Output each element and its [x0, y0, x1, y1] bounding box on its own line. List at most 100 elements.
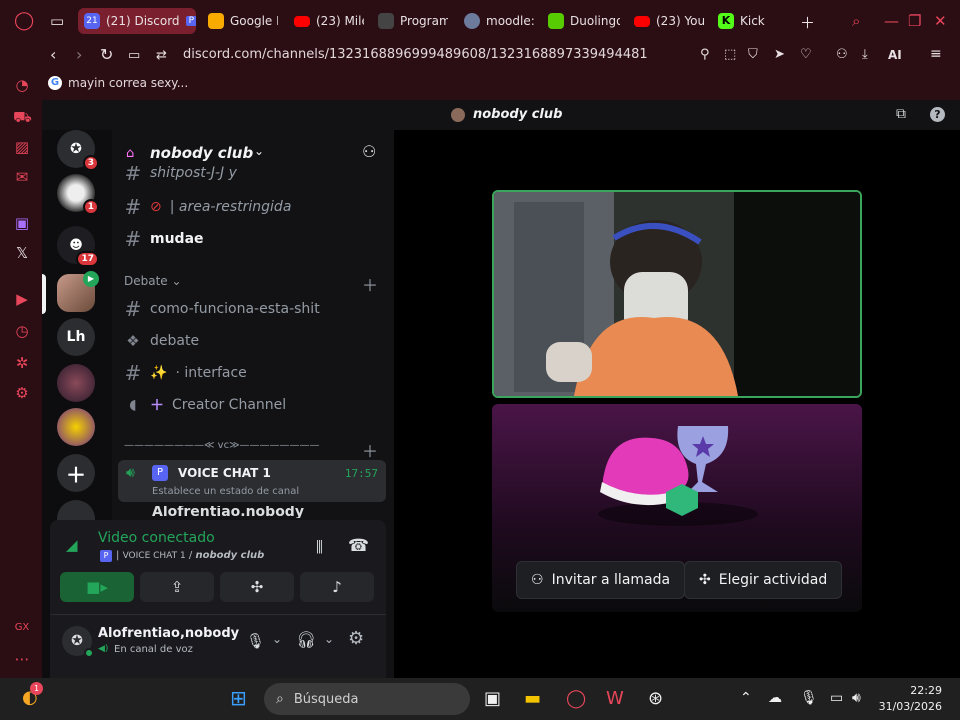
server-lh[interactable]: Lh — [57, 318, 95, 356]
tab-youtube-mile[interactable]: (23) Mile — [294, 8, 364, 34]
bookmark-item[interactable]: G mayin correa sexy... — [48, 76, 188, 90]
voice-channel-active[interactable]: 🔊︎ P VOICE CHAT 1 17:57 Establece un est… — [118, 460, 386, 502]
chevron-up-icon[interactable]: ⌃ — [740, 690, 752, 706]
share-screen-button[interactable]: ⇪ — [140, 572, 214, 602]
channel-interface[interactable]: # ✨ · interface — [124, 360, 247, 386]
onedrive-icon[interactable]: ☁ — [768, 690, 782, 706]
forward-icon[interactable]: › — [76, 45, 82, 64]
direct-messages-button[interactable]: ✪ 3 — [57, 130, 99, 171]
wps-office-icon[interactable]: W — [606, 688, 624, 709]
server-icon[interactable] — [57, 364, 95, 402]
invite-people-icon[interactable]: ⚇ — [362, 142, 376, 161]
restore-icon[interactable]: ❐ — [908, 12, 921, 30]
disconnect-icon[interactable]: ☎ — [348, 536, 369, 556]
taskbar-search[interactable]: ⌕ Búsqueda — [264, 683, 470, 715]
file-explorer-icon[interactable]: ▬ — [524, 688, 541, 709]
windows-start-icon[interactable]: ⊞ — [230, 686, 247, 710]
vpn-shield-icon[interactable]: ⛉ — [748, 47, 758, 62]
close-icon[interactable]: ✕ — [934, 12, 947, 30]
easy-setup-icon[interactable]: ▨ — [13, 138, 31, 156]
tab-google-keep[interactable]: Google K — [208, 8, 278, 34]
x-twitter-icon[interactable]: 𝕏 — [13, 244, 31, 262]
create-channel-icon[interactable]: ＋ — [362, 438, 378, 462]
history-icon[interactable]: ◷ — [13, 322, 31, 340]
speed-dial-icon[interactable]: ◔ — [13, 76, 31, 94]
voice-status[interactable]: Video conectado — [98, 530, 215, 546]
tab-moodle[interactable]: moodle: — [464, 8, 534, 34]
shopping-icon[interactable]: ⛟ — [13, 108, 32, 128]
server-icon[interactable]: ☻ 17 — [57, 226, 99, 267]
user-settings-icon[interactable]: ⚙ — [348, 628, 364, 649]
tab-discord[interactable]: 21 (21) Discord P — [78, 8, 196, 34]
more-icon[interactable]: ⋯ — [13, 650, 31, 668]
soundboard-button[interactable]: ♪ — [300, 572, 374, 602]
page-info-icon[interactable]: ⇄ — [156, 48, 167, 63]
noise-suppression-icon[interactable]: ⫼ — [316, 538, 323, 556]
volume-icon[interactable]: 🔊︎ — [852, 690, 861, 706]
minimize-icon[interactable]: — — [884, 12, 899, 30]
microphone-icon[interactable]: 🎙︎ — [246, 632, 265, 650]
discover-button[interactable] — [57, 500, 95, 520]
category-debate[interactable]: Debate ⌄ — [124, 274, 182, 288]
channel-como-funciona[interactable]: # como-funciona-esta-shit — [124, 296, 320, 322]
send-icon[interactable]: ➤ — [774, 47, 785, 62]
gmail-icon[interactable]: ✉ — [13, 168, 31, 186]
tab-kick[interactable]: K Kick — [718, 8, 778, 34]
voice-user-partial[interactable]: Alofrentiao.nobody — [152, 506, 304, 518]
create-channel-icon[interactable]: ＋ — [362, 272, 378, 296]
search-icon[interactable]: ⌕ — [852, 12, 860, 30]
reload-icon[interactable]: ↻ — [100, 45, 113, 64]
system-clock[interactable]: 22:29 31/03/2026 — [879, 683, 942, 715]
username[interactable]: Alofrentiao,nobody — [98, 626, 239, 641]
opera-logo-icon[interactable]: ◯ — [14, 10, 34, 31]
tab-program[interactable]: Program — [378, 8, 448, 34]
app-taskbar-icon[interactable]: ⊛ — [648, 688, 663, 709]
camera-icon[interactable]: ▭ — [128, 48, 140, 63]
back-icon[interactable]: ‹ — [50, 45, 56, 64]
network-icon[interactable]: ▭ — [830, 690, 843, 706]
channel-area-restringida[interactable]: # ⊘ | area-restringida — [124, 194, 292, 220]
tab-duolingo[interactable]: Duolingo — [548, 8, 620, 34]
aria-ai-button[interactable]: AI — [888, 48, 902, 62]
chevron-down-icon[interactable]: ⌄ — [272, 632, 282, 646]
invite-to-call-button[interactable]: ⚇ Invitar a llamada — [516, 561, 686, 599]
tab-manager-icon[interactable]: ▭ — [50, 12, 64, 30]
opera-gx-taskbar-icon[interactable]: ◯ — [566, 688, 586, 709]
microphone-icon[interactable]: 🎙︎ — [800, 690, 818, 706]
task-view-icon[interactable]: ▣ — [484, 688, 501, 709]
choose-activity-button[interactable]: ✣ Elegir actividad — [684, 561, 843, 599]
channel-debate[interactable]: ❖ debate — [124, 328, 199, 354]
twitch-icon[interactable]: ▣ — [13, 214, 31, 232]
channel-mudae[interactable]: # mudae — [124, 226, 204, 252]
snapshot-icon[interactable]: ⬚ — [724, 47, 736, 62]
video-tile[interactable] — [492, 190, 862, 398]
activities-button[interactable]: ✣ — [220, 572, 294, 602]
help-icon[interactable]: ? — [930, 107, 945, 122]
voice-channel-line[interactable]: | VOICE CHAT 1 / nobody club — [116, 550, 264, 561]
server-icon[interactable]: 1 — [57, 174, 99, 215]
inbox-icon[interactable]: ⧉ — [896, 106, 906, 122]
camera-button[interactable]: ■▸ — [60, 572, 134, 602]
extensions-icon[interactable]: ✲ — [13, 354, 31, 372]
signal-icon[interactable]: ◢ — [66, 536, 78, 554]
chevron-down-icon[interactable]: ⌄ — [324, 632, 334, 646]
url-field[interactable]: discord.com/channels/1323168896999489608… — [183, 47, 648, 62]
tab-youtube[interactable]: (23) You — [634, 8, 704, 34]
player-icon[interactable]: ▶ — [13, 290, 31, 308]
gx-icon[interactable]: GX — [13, 622, 31, 633]
new-tab-icon[interactable]: ＋ — [800, 12, 815, 33]
download-icon[interactable]: ⤓ — [862, 47, 868, 62]
headphones-icon[interactable]: 🎧︎ — [296, 630, 316, 649]
pin-icon[interactable]: ⚲ — [700, 47, 710, 62]
menu-icon[interactable]: ≡ — [930, 46, 942, 62]
server-icon[interactable] — [57, 408, 95, 446]
settings-icon[interactable]: ⚙ — [13, 384, 31, 402]
server-icon-active[interactable]: ▶ — [57, 271, 99, 312]
channel-partial[interactable]: # shitpost-J-J y — [124, 166, 237, 180]
add-server-button[interactable]: ＋ — [57, 454, 95, 492]
channel-creator[interactable]: ◖ ＋ Creator Channel — [124, 392, 286, 418]
profile-icon[interactable]: ⚇ — [836, 47, 848, 62]
heart-icon[interactable]: ♡ — [800, 47, 812, 62]
vc-status-hint[interactable]: Establece un estado de canal — [152, 486, 299, 497]
category-vc[interactable]: ————————≪ vc≫———————— — [124, 440, 320, 451]
